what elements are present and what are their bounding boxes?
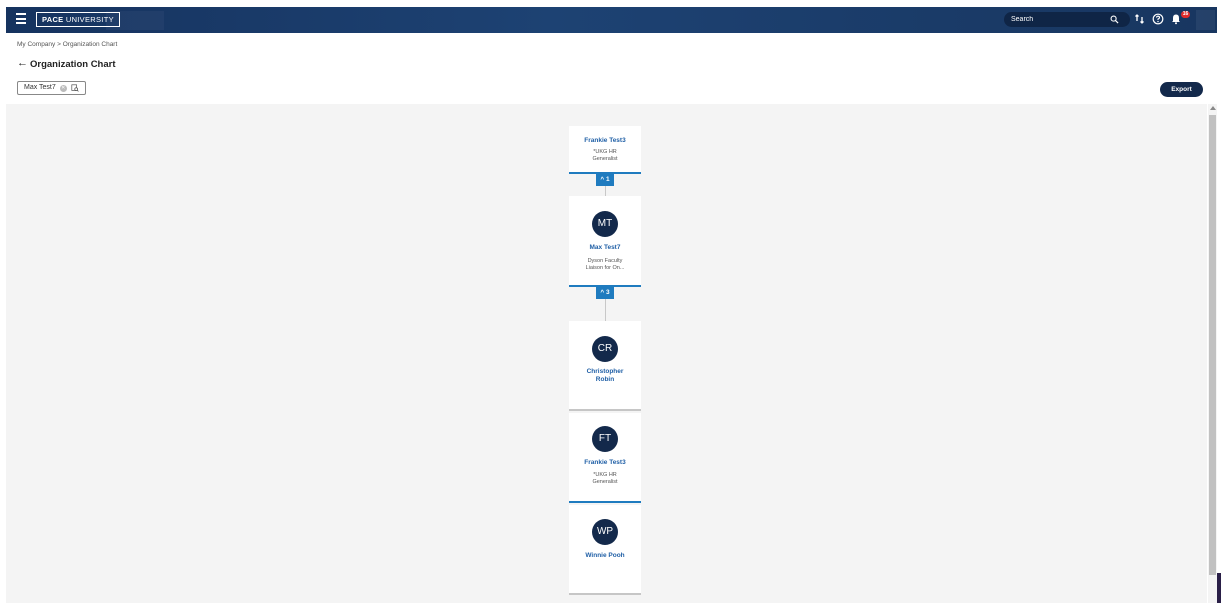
collapse-up-toggle[interactable]: ^ 1 bbox=[596, 173, 614, 186]
breadcrumb-my-company[interactable]: My Company bbox=[17, 41, 55, 48]
breadcrumb-separator: > bbox=[57, 41, 61, 48]
notification-count-badge: 16 bbox=[1181, 11, 1190, 18]
sync-icon[interactable] bbox=[1134, 13, 1146, 25]
export-button[interactable]: Export bbox=[1160, 82, 1203, 97]
manager-card[interactable]: Frankie Test3 *UKG HR Generalist bbox=[569, 126, 641, 174]
report-card[interactable]: FT Frankie Test3 *UKG HR Generalist bbox=[569, 413, 641, 503]
top-navigation-bar: PACE UNIVERSITY 16 bbox=[6, 7, 1217, 33]
hamburger-menu-icon[interactable] bbox=[16, 13, 26, 25]
report-card[interactable]: WP Winnie Pooh bbox=[569, 505, 641, 595]
connector-line bbox=[605, 299, 606, 321]
breadcrumb-current: Organization Chart bbox=[62, 41, 118, 48]
employee-name[interactable]: Winnie Pooh bbox=[569, 552, 641, 560]
filter-chip-label: Max Test7 bbox=[24, 84, 56, 91]
focus-employee-card[interactable]: MT Max Test7 Dyson Faculty Liaison for O… bbox=[569, 196, 641, 287]
scroll-up-arrow-icon[interactable] bbox=[1210, 106, 1216, 110]
collapse-up-toggle[interactable]: ^ 3 bbox=[596, 286, 614, 299]
user-avatar[interactable] bbox=[1196, 10, 1215, 30]
employee-name[interactable]: Frankie Test3 bbox=[569, 459, 641, 467]
back-arrow-icon[interactable]: ← bbox=[17, 58, 28, 69]
page-title: Organization Chart bbox=[30, 59, 116, 70]
scrollbar-thumb[interactable] bbox=[1209, 115, 1216, 575]
avatar: WP bbox=[592, 519, 618, 545]
search-icon[interactable] bbox=[1110, 15, 1119, 24]
clear-icon[interactable]: ✕ bbox=[59, 84, 67, 92]
breadcrumb: My Company > Organization Chart bbox=[17, 41, 117, 48]
employee-name[interactable]: Frankie Test3 bbox=[569, 137, 641, 145]
avatar: MT bbox=[592, 211, 618, 237]
connector-line bbox=[605, 186, 606, 196]
avatar: CR bbox=[592, 336, 618, 362]
employee-name[interactable]: Max Test7 bbox=[569, 244, 641, 252]
job-title-line: Liaison for On... bbox=[585, 264, 625, 271]
job-title-line: Generalist bbox=[592, 155, 618, 162]
search-person-icon[interactable] bbox=[71, 84, 79, 92]
employee-filter-chip[interactable]: Max Test7 ✕ bbox=[17, 81, 86, 95]
employee-name-line[interactable]: Christopher bbox=[569, 368, 641, 376]
avatar: FT bbox=[592, 426, 618, 452]
help-icon[interactable] bbox=[1152, 13, 1164, 25]
search-box[interactable] bbox=[1004, 12, 1130, 27]
job-title-line: Generalist bbox=[592, 478, 618, 485]
report-card[interactable]: CR Christopher Robin bbox=[569, 321, 641, 411]
search-input[interactable] bbox=[1011, 12, 1107, 27]
header-blank-area bbox=[106, 11, 164, 30]
side-panel-edge bbox=[1217, 573, 1221, 603]
employee-name-line[interactable]: Robin bbox=[569, 376, 641, 384]
